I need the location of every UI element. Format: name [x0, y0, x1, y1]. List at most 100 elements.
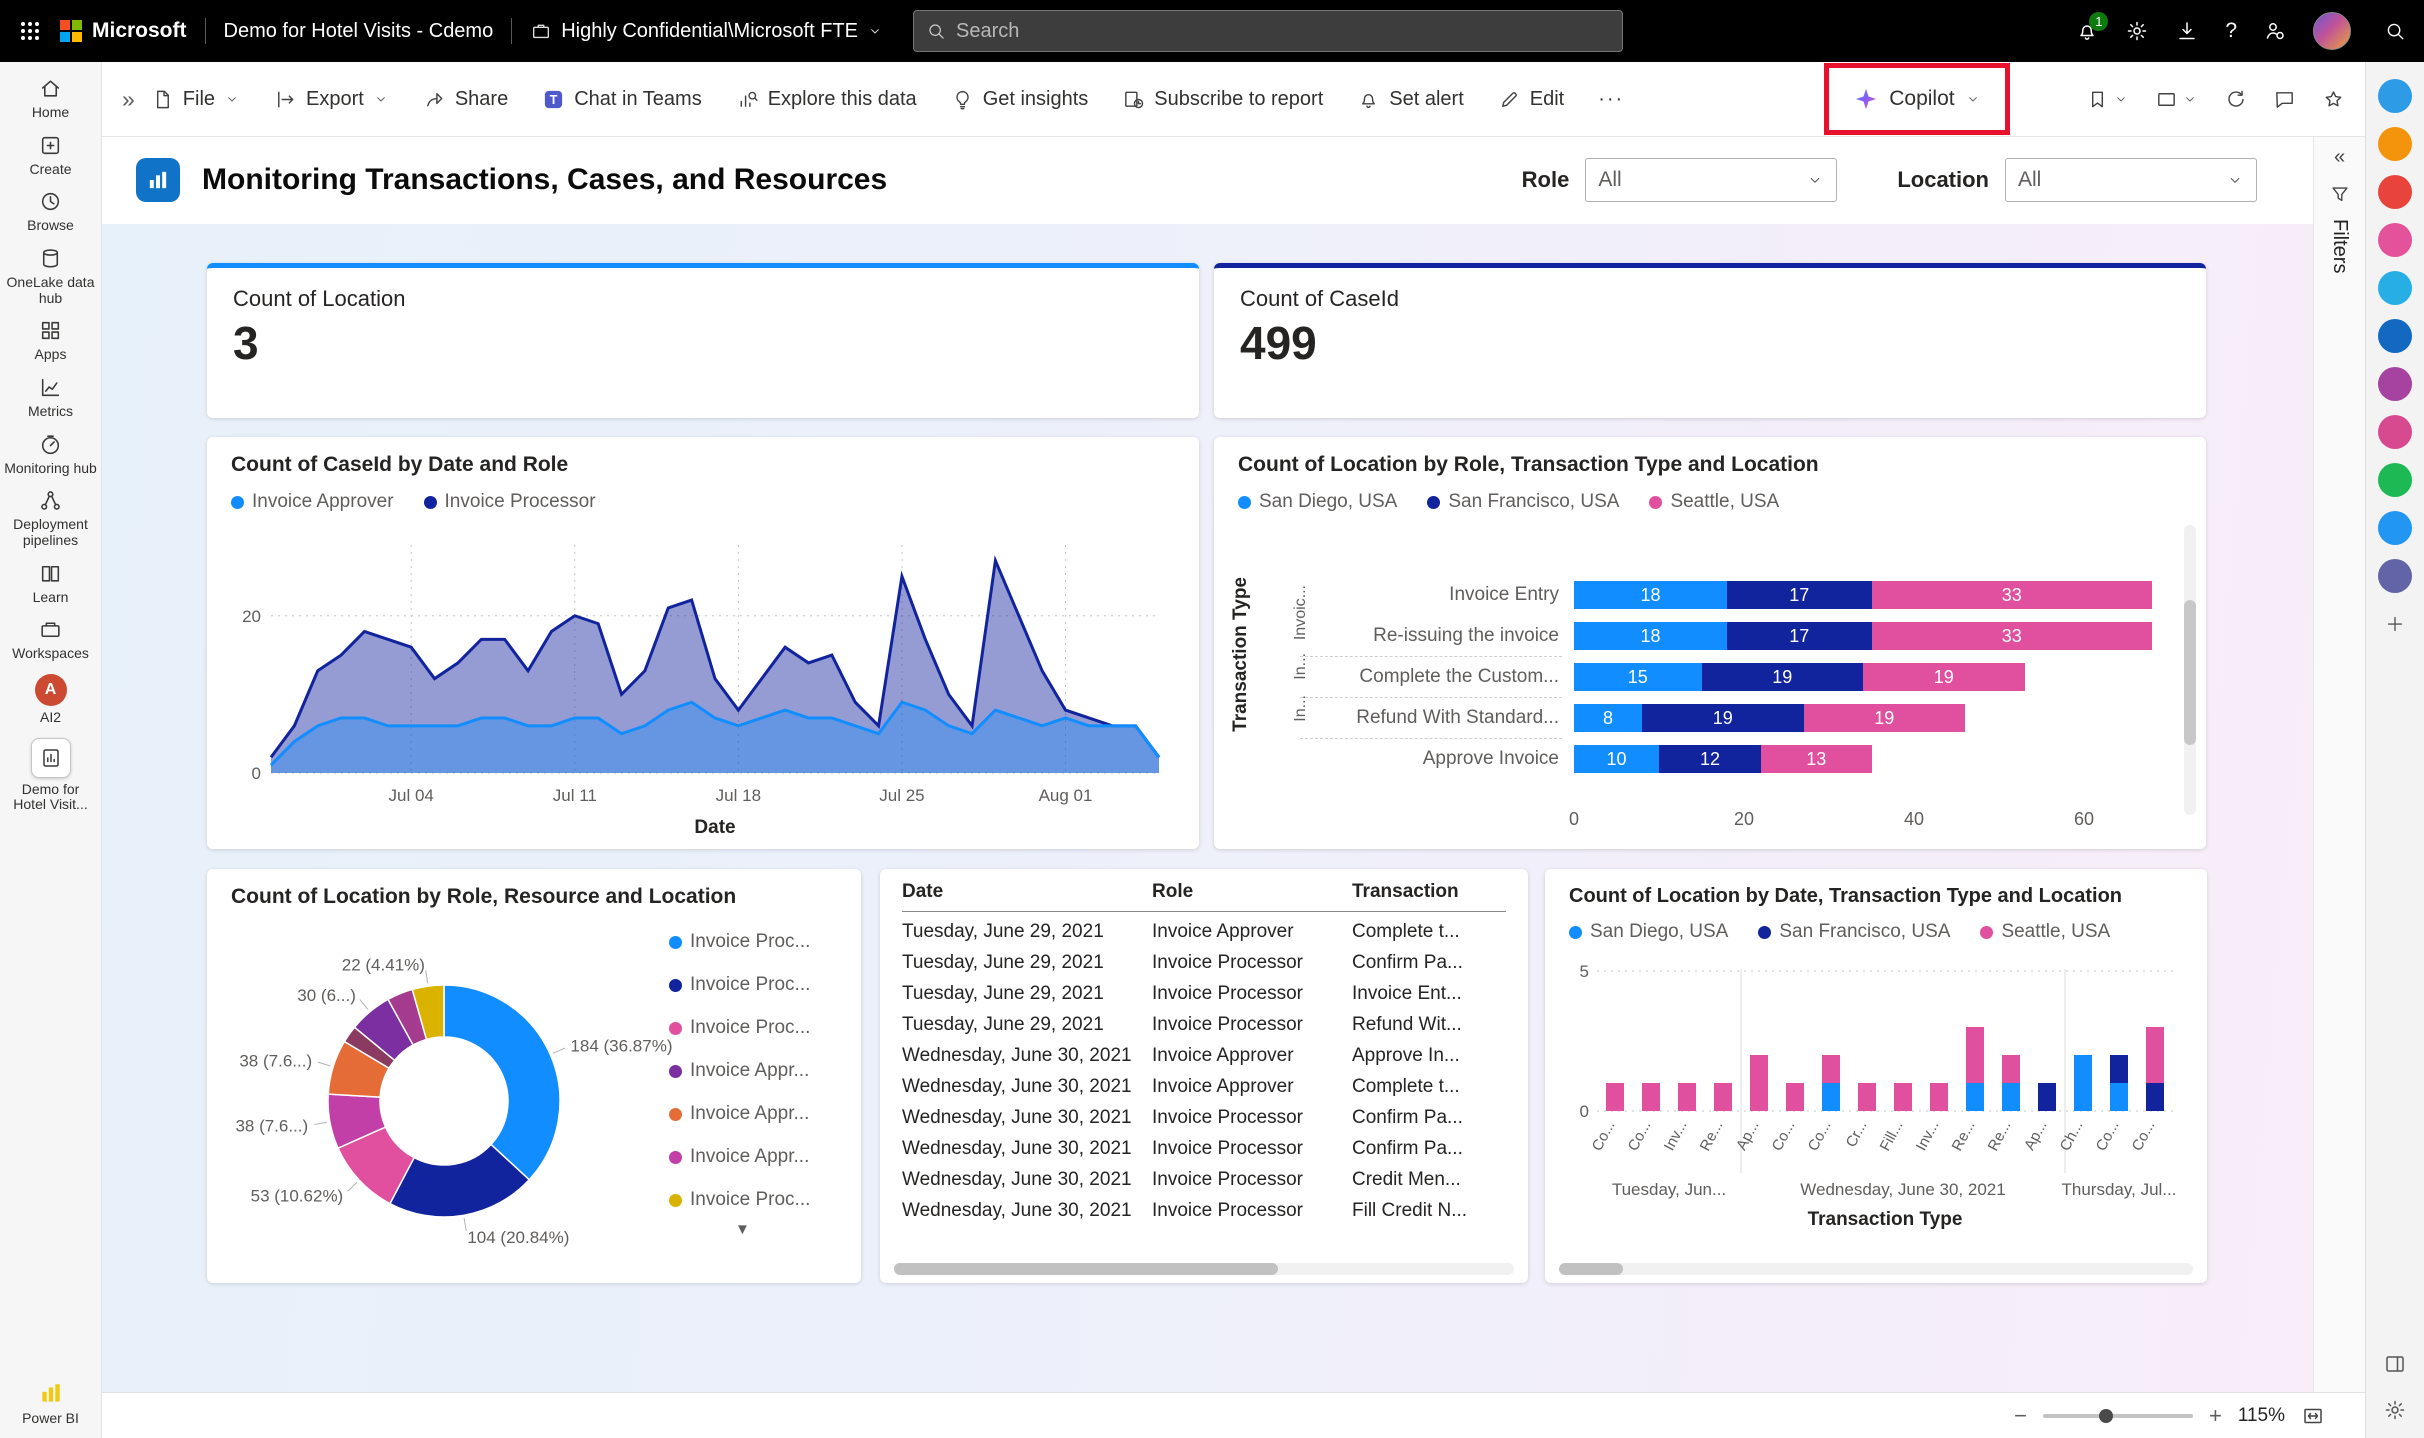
messenger-app-icon[interactable] — [2378, 511, 2412, 545]
column-header[interactable]: Role — [1152, 881, 1352, 903]
column-bar-segment[interactable] — [1858, 1083, 1876, 1111]
teams-app-icon[interactable] — [2378, 559, 2412, 593]
column-header[interactable]: Date — [902, 881, 1152, 903]
favorite-button[interactable] — [2322, 88, 2345, 111]
column-bar-segment[interactable] — [2074, 1055, 2092, 1111]
copilot-button[interactable]: Copilot — [1853, 86, 1980, 112]
people-app-icon[interactable] — [2378, 223, 2412, 257]
bar-segment[interactable]: 18 — [1574, 581, 1727, 609]
table-row[interactable]: Wednesday, June 30, 2021Invoice Approver… — [902, 1071, 1506, 1102]
column-bar-segment[interactable] — [1642, 1083, 1660, 1111]
column-bar-segment[interactable] — [1822, 1083, 1840, 1111]
legend-item[interactable]: Invoice Appr... — [669, 1103, 810, 1125]
bar-segment[interactable]: 33 — [1872, 622, 2153, 650]
bing-app-icon[interactable] — [2378, 79, 2412, 113]
legend-item[interactable]: Invoice Approver — [231, 491, 394, 513]
legend-item[interactable]: Invoice Proc... — [669, 974, 810, 996]
column-bar-segment[interactable] — [1750, 1055, 1768, 1111]
bar-segment[interactable]: 15 — [1574, 663, 1702, 691]
bookmarks-button[interactable] — [2086, 88, 2129, 111]
toolbar-set-alert-button[interactable]: Set alert — [1357, 88, 1463, 111]
column-bar-segment[interactable] — [2146, 1027, 2164, 1083]
zoom-out-button[interactable]: − — [2014, 1403, 2027, 1429]
sidebar-item-home[interactable]: Home — [0, 76, 101, 121]
bar-segment[interactable]: 18 — [1574, 622, 1727, 650]
vertical-scrollbar[interactable] — [2184, 525, 2196, 815]
bar-segment[interactable]: 8 — [1574, 704, 1642, 732]
bar-segment[interactable]: 19 — [1804, 704, 1966, 732]
zoom-slider-thumb[interactable] — [2099, 1409, 2113, 1423]
sidebar-item-onelake-data-hub[interactable]: OneLake data hub — [0, 246, 101, 306]
bar-segment[interactable]: 19 — [1702, 663, 1864, 691]
legend-item[interactable]: San Diego, USA — [1569, 921, 1728, 943]
sensitivity-label-button[interactable]: Highly Confidential\Microsoft FTE — [530, 20, 883, 43]
donut-slice[interactable] — [444, 985, 560, 1180]
scrollbar-thumb[interactable] — [1559, 1263, 1623, 1275]
table-row[interactable]: Tuesday, June 29, 2021Invoice ProcessorR… — [902, 1009, 1506, 1040]
bar-segment[interactable]: 10 — [1574, 745, 1659, 773]
comments-button[interactable] — [2273, 88, 2296, 111]
legend-more-button[interactable]: ▼ — [735, 1221, 750, 1238]
toolbar-share-button[interactable]: Share — [423, 88, 508, 111]
user-avatar[interactable] — [2313, 12, 2351, 50]
column-bar-segment[interactable] — [1894, 1083, 1912, 1111]
column-bar-segment[interactable] — [2002, 1083, 2020, 1111]
column-bar-segment[interactable] — [1930, 1083, 1948, 1111]
location-filter-dropdown[interactable]: All — [2005, 158, 2257, 202]
column-bar-segment[interactable] — [2146, 1083, 2164, 1111]
column-chart[interactable]: 50Co...Co...Inv...Re...Ap...Co...Co...Cr… — [1561, 961, 2223, 1375]
legend-item[interactable]: Invoice Proc... — [669, 1017, 810, 1039]
scrollbar-thumb[interactable] — [2184, 600, 2196, 745]
sidebar-item-learn[interactable]: Learn — [0, 561, 101, 606]
legend-item[interactable]: Invoice Processor — [424, 491, 596, 513]
help-button[interactable]: ? — [2225, 19, 2237, 43]
settings-button[interactable] — [2125, 19, 2149, 43]
microsoft-logo[interactable]: Microsoft — [60, 19, 187, 43]
bar-segment[interactable]: 13 — [1761, 745, 1872, 773]
sidebar-item-create[interactable]: Create — [0, 133, 101, 178]
shopping-app-icon[interactable] — [2378, 127, 2412, 161]
column-bar-segment[interactable] — [1786, 1083, 1804, 1111]
toolbar-export-button[interactable]: Export — [274, 88, 389, 111]
column-bar-segment[interactable] — [1714, 1083, 1732, 1111]
table-row[interactable]: Wednesday, June 30, 2021Invoice Processo… — [902, 1195, 1506, 1226]
column-bar-segment[interactable] — [1822, 1055, 1840, 1083]
table-row[interactable]: Wednesday, June 30, 2021Invoice Approver… — [902, 1040, 1506, 1071]
legend-item[interactable]: Invoice Proc... — [669, 931, 810, 953]
table-row[interactable]: Wednesday, June 30, 2021Invoice Processo… — [902, 1133, 1506, 1164]
bar-segment[interactable]: 19 — [1863, 663, 2025, 691]
add-app-icon[interactable] — [2378, 607, 2412, 641]
sidebar-item-browse[interactable]: Browse — [0, 189, 101, 234]
column-bar-segment[interactable] — [2002, 1055, 2020, 1083]
view-button[interactable] — [2155, 88, 2198, 111]
bar-segment[interactable]: 33 — [1872, 581, 2153, 609]
expand-nav-button[interactable]: » — [122, 86, 135, 113]
expand-filters-button[interactable]: « — [2334, 146, 2345, 169]
toolbar-explore-this-data-button[interactable]: Explore this data — [736, 88, 917, 111]
toolbar-chat-in-teams-button[interactable]: TChat in Teams — [542, 88, 701, 111]
bar-segment[interactable]: 17 — [1727, 622, 1872, 650]
table-row[interactable]: Tuesday, June 29, 2021Invoice ProcessorC… — [902, 947, 1506, 978]
column-bar-segment[interactable] — [1966, 1083, 1984, 1111]
bar-segment[interactable]: 17 — [1727, 581, 1872, 609]
sidebar-item-monitoring-hub[interactable]: Monitoring hub — [0, 432, 101, 477]
column-bar-segment[interactable] — [2110, 1055, 2128, 1083]
table-row[interactable]: Wednesday, June 30, 2021Invoice Processo… — [902, 1102, 1506, 1133]
gear-icon[interactable] — [2383, 1398, 2407, 1422]
legend-item[interactable]: San Francisco, USA — [1758, 921, 1950, 943]
scrollbar-thumb[interactable] — [894, 1263, 1278, 1275]
sidebar-item-metrics[interactable]: Metrics — [0, 375, 101, 420]
toolbar-edit-button[interactable]: Edit — [1498, 88, 1564, 111]
spotify-app-icon[interactable] — [2378, 463, 2412, 497]
column-header[interactable]: Transaction — [1352, 881, 1506, 903]
toolbar-subscribe-to-report-button[interactable]: Subscribe to report — [1122, 88, 1323, 111]
refresh-button[interactable] — [2224, 88, 2247, 111]
horizontal-scrollbar[interactable] — [894, 1263, 1514, 1275]
zoom-slider[interactable] — [2043, 1414, 2193, 1418]
sidebar-item-demo-for-hotel-visit[interactable]: Demo for Hotel Visit... — [0, 738, 101, 813]
sidebar-item-workspaces[interactable]: Workspaces — [0, 617, 101, 662]
notifications-button[interactable]: 1 — [2075, 19, 2099, 43]
office-app-icon[interactable] — [2378, 175, 2412, 209]
global-search[interactable] — [913, 10, 1623, 52]
global-search-input[interactable] — [956, 20, 1610, 43]
